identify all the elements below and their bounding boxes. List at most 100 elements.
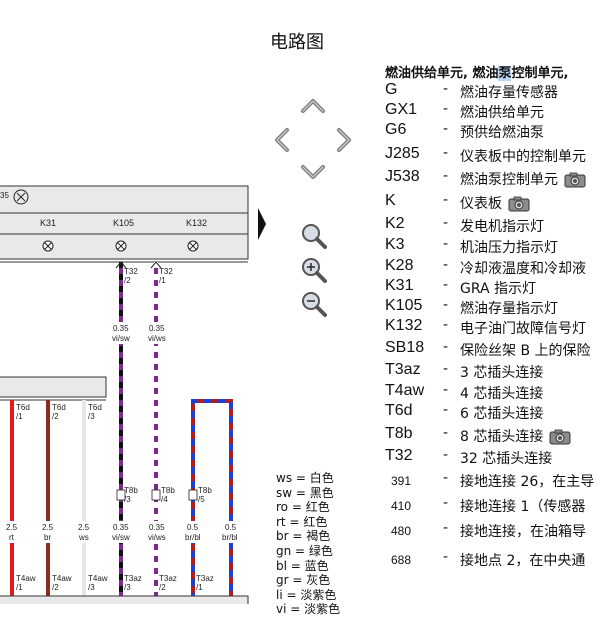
- legend-item-desc-text: 6 芯插头连接: [460, 406, 544, 422]
- legend-item-desc: 接地点 2，在中央通: [460, 550, 585, 570]
- legend-item-desc: 仪表板: [460, 193, 530, 213]
- legend-item-dash: -: [443, 402, 449, 418]
- wire-bottom-gauge-6: 0.5: [187, 523, 199, 532]
- conn-t3az-2-pin: /2: [159, 583, 166, 592]
- wire-bottom-color-4: vi/sw: [112, 533, 130, 542]
- zoom-out-icon[interactable]: [300, 290, 328, 318]
- camera-icon[interactable]: [508, 196, 530, 212]
- legend-item-code: 391: [391, 474, 412, 488]
- conn-t32-2-pin: /2: [124, 276, 131, 285]
- legend-item-desc-text: 电子油门故障信号灯: [460, 321, 586, 337]
- lamp-k105-icon: [115, 240, 127, 252]
- wire-mid-color-2: vi/ws: [148, 334, 166, 343]
- zoom-fit-icon[interactable]: [300, 222, 328, 250]
- wire-bottom-color-6: br/bl: [185, 533, 201, 542]
- legend-item-desc-text: 燃油泵控制单元: [460, 172, 558, 188]
- legend-item-code: 480: [391, 524, 412, 538]
- wire-bottom-gauge-2: 2.5: [42, 523, 54, 532]
- legend-item-desc-text: 仪表板中的控制单元: [460, 149, 586, 165]
- conn-t3az-3-name: T3az: [124, 574, 142, 583]
- legend-item-code: T4aw: [385, 382, 425, 399]
- legend-item-code: T8b: [385, 425, 413, 442]
- legend-item-dash: -: [443, 382, 449, 398]
- legend-item-dash: -: [443, 317, 449, 333]
- color-key-item: vi = 淡紫色: [276, 602, 341, 617]
- panel-label-35: 35: [0, 191, 9, 200]
- wire-bottom-gauge-5: 0.35: [149, 523, 165, 532]
- wire-bottom-color-1: rt: [9, 533, 15, 542]
- legend-item-dash: -: [443, 339, 449, 355]
- wire-bottom-gauge-4: 0.35: [113, 523, 129, 532]
- legend-item-desc-text: 32 芯插头连接: [460, 451, 553, 467]
- wire-mid-gauge-2: 0.35: [149, 324, 165, 333]
- panel-expand-arrow-icon[interactable]: [258, 208, 266, 240]
- conn-t3az-2-name: T3az: [159, 574, 177, 583]
- conn-t8b-5-pin: /5: [198, 495, 205, 504]
- legend-item-code: 410: [391, 499, 412, 513]
- legend-item-dash: -: [443, 520, 449, 536]
- legend-item-desc: 燃油存量指示灯: [460, 298, 558, 318]
- legend-item-dash: -: [443, 168, 449, 184]
- legend-item-code: T6d: [385, 402, 413, 419]
- conn-t3az-3-pin: /3: [124, 583, 131, 592]
- legend-item-desc: 接地连接，在油箱导: [460, 521, 586, 541]
- legend-item-desc-text: 接地连接 1（传感器: [460, 499, 586, 515]
- legend-item-dash: -: [443, 145, 449, 161]
- conn-t6d-3-name: T6d: [88, 403, 102, 412]
- legend-item-desc: 机油压力指示灯: [460, 237, 558, 257]
- legend-item-dash: -: [443, 495, 449, 511]
- legend-item-dash: -: [443, 192, 449, 208]
- zoom-in-icon[interactable]: [300, 256, 328, 284]
- legend-item-code: SB18: [385, 339, 425, 356]
- pan-right-icon[interactable]: [336, 127, 354, 153]
- legend-item-desc: 燃油泵控制单元: [460, 169, 586, 189]
- pan-up-icon[interactable]: [300, 96, 326, 114]
- legend-item-desc: 接地连接 26，在主导: [460, 471, 594, 491]
- conn-t6d-1-name: T6d: [16, 403, 30, 412]
- legend-item-desc-text: 预供给燃油泵: [460, 125, 544, 141]
- pan-left-icon[interactable]: [272, 127, 290, 153]
- legend-item-code: J538: [385, 168, 420, 185]
- legend-item-desc-text: 8 芯插头连接: [460, 429, 544, 445]
- wire-bottom-color-5: vi/ws: [148, 533, 166, 542]
- legend-item-desc: 6 芯插头连接: [460, 403, 543, 423]
- legend-item-desc-text: GRA 指示灯: [460, 281, 537, 297]
- legend-item-dash: -: [443, 257, 449, 273]
- conn-t6d-3-pin: /3: [88, 412, 95, 421]
- pan-down-icon[interactable]: [300, 164, 326, 182]
- conn-t3az-1-name: T3az: [196, 574, 214, 583]
- legend-title: 燃油供给单元, 燃油泵控制单元,: [385, 62, 568, 81]
- legend-item-dash: -: [443, 236, 449, 252]
- conn-t4aw-2-pin: /2: [52, 583, 59, 592]
- legend-item-code: T32: [385, 447, 413, 464]
- camera-icon[interactable]: [564, 172, 586, 188]
- conn-t32-2-name: T32: [124, 267, 138, 276]
- conn-t4aw-1-name: T4aw: [16, 574, 36, 583]
- conn-t8b-3-pin: /3: [124, 495, 131, 504]
- legend-item-code: G6: [385, 121, 407, 138]
- wire-bottom-gauge-7: 0.5: [225, 523, 237, 532]
- conn-t8b-4-pin: /4: [161, 495, 168, 504]
- camera-icon[interactable]: [549, 429, 571, 445]
- legend-item-code: T3az: [385, 361, 421, 378]
- legend-item-desc: 发电机指示灯: [460, 216, 544, 236]
- legend-item-desc: 冷却液温度和冷却液: [460, 258, 586, 278]
- lamp-k31-icon: [42, 240, 54, 252]
- lamp-label-k105: K105: [113, 218, 134, 228]
- conn-t8b-5-name: T8b: [198, 486, 212, 495]
- legend-item-dash: -: [443, 277, 449, 293]
- component-box: [0, 376, 107, 398]
- conn-t6d-2-pin: /2: [52, 412, 59, 421]
- legend-item-dash: -: [443, 447, 449, 463]
- legend-item-code: G: [385, 81, 398, 98]
- legend-item-code: K2: [385, 215, 405, 232]
- wire-mid-gauge-1: 0.35: [113, 324, 129, 333]
- legend-item-desc-text: 燃油存量指示灯: [460, 301, 558, 317]
- wire-bottom-gauge-3: 2.5: [78, 523, 90, 532]
- conn-t4aw-3-name: T4aw: [88, 574, 108, 583]
- conn-t8b-4-name: T8b: [161, 486, 175, 495]
- legend-item-desc-text: 冷却液温度和冷却液: [460, 261, 586, 277]
- wiring-diagram[interactable]: 35 K31 K105 K132 T32 /2 T32 /1 0.35 vi/s…: [0, 0, 270, 604]
- conn-t4aw-3-pin: /3: [88, 583, 95, 592]
- legend-item-desc-text: 机油压力指示灯: [460, 240, 558, 256]
